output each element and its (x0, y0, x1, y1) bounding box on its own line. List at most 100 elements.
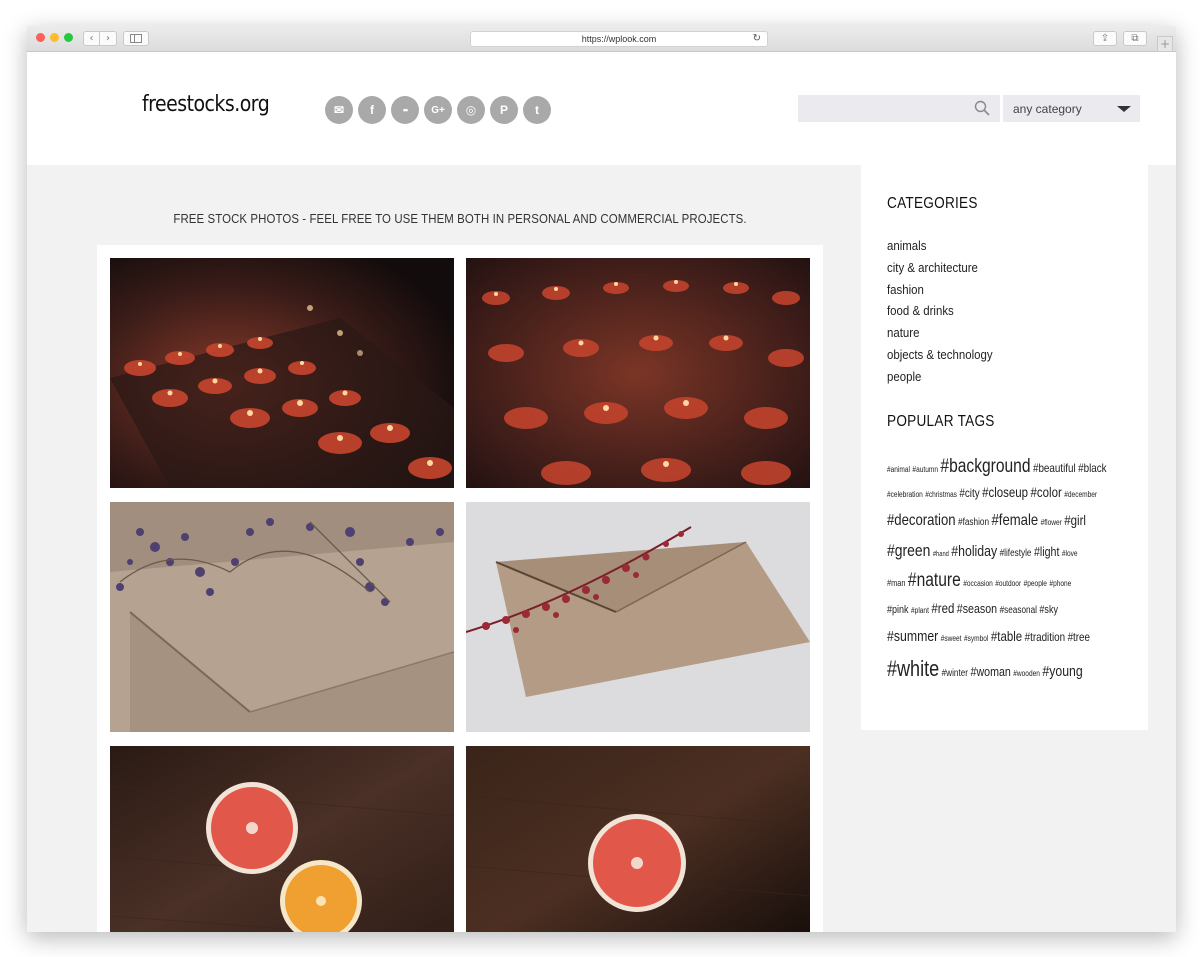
address-bar[interactable]: https://wplook.com ↻ (470, 31, 768, 47)
tag-link[interactable]: #color (1031, 480, 1062, 505)
category-link[interactable]: nature (887, 322, 993, 344)
tag-link[interactable]: #sweet (941, 624, 962, 654)
tag-link[interactable]: #autumn (912, 456, 938, 483)
candles-image (466, 258, 810, 488)
category-link[interactable]: fashion (887, 279, 993, 301)
tag-link[interactable]: #woman (971, 654, 1011, 690)
tag-link[interactable]: #phone (1049, 569, 1071, 599)
candles-image (110, 258, 454, 488)
tag-link[interactable]: #sky (1039, 598, 1058, 623)
tag-link[interactable]: #tree (1068, 622, 1090, 652)
browser-window: ‹ › https://wplook.com ↻ ⇪ ⧉ + freestock… (27, 26, 1176, 932)
category-select[interactable]: any category (1003, 95, 1140, 122)
tag-line: #celebration #christmas #city #closeup #colo… (887, 480, 1097, 507)
category-link[interactable]: food & drinks (887, 300, 993, 322)
tag-link[interactable]: #wooden (1013, 656, 1040, 692)
tag-link[interactable]: #green (887, 536, 930, 566)
tag-link[interactable]: #holiday (951, 537, 997, 567)
tag-link[interactable]: #symbol (964, 624, 988, 654)
tag-link[interactable]: #man (887, 568, 905, 598)
close-window-button[interactable] (36, 33, 45, 42)
caret-down-icon (1117, 106, 1131, 112)
lavender-envelope-image (110, 502, 454, 732)
photo-grapefruit[interactable] (466, 746, 810, 932)
tag-link[interactable]: #black (1078, 455, 1106, 482)
tag-link[interactable]: #girl (1064, 505, 1086, 536)
facebook-icon[interactable]: f (358, 96, 386, 124)
site-logo[interactable]: freestocks.org (142, 92, 270, 117)
minimize-window-button[interactable] (50, 33, 59, 42)
tabs-overview-button[interactable]: ⧉ (1123, 31, 1147, 46)
share-icon: ⇪ (1100, 32, 1110, 44)
tag-link[interactable]: #seasonal (1000, 598, 1037, 623)
photo-candles-2[interactable] (466, 258, 810, 488)
tag-link[interactable]: #nature (908, 566, 961, 596)
tag-link[interactable]: #love (1062, 539, 1078, 569)
search-input[interactable] (798, 95, 1000, 122)
citrus-image (110, 746, 454, 932)
reload-icon[interactable]: ↻ (753, 33, 761, 44)
photo-lavender-envelope[interactable] (110, 502, 454, 732)
tag-link[interactable]: #celebration (887, 482, 923, 507)
photo-grapefruit-orange[interactable] (110, 746, 454, 932)
tag-line: #green #hand #holiday #lifestyle #light #love (887, 536, 1089, 566)
tag-link[interactable]: #fashion (958, 507, 989, 538)
tag-link[interactable]: #people (1024, 569, 1047, 599)
tag-link[interactable]: #christmas (925, 482, 957, 507)
tag-link[interactable]: #red (931, 596, 954, 621)
page: freestocks.org ✉ f •• G+ ◎ P t any categ… (27, 52, 1176, 932)
tag-link[interactable]: #tradition (1025, 622, 1065, 652)
categories-heading: CATEGORIES (887, 195, 978, 212)
tag-line: #white #winter #woman #wooden #young (887, 651, 1089, 687)
mail-icon[interactable]: ✉ (325, 96, 353, 124)
pinterest-icon[interactable]: P (490, 96, 518, 124)
tag-cloud: #animal #autumn #background #beautiful #blac… (887, 453, 1133, 687)
forward-button[interactable]: › (100, 31, 117, 46)
tag-link[interactable]: #flower (1041, 507, 1062, 538)
tag-link[interactable]: #city (959, 481, 979, 506)
site-header: freestocks.org ✉ f •• G+ ◎ P t any categ… (27, 52, 1176, 165)
tag-line: #animal #autumn #background #beautiful #blac… (887, 453, 1107, 483)
tag-link[interactable]: #outdoor (995, 569, 1021, 599)
tag-link[interactable]: #animal (887, 456, 910, 483)
tag-link[interactable]: #december (1064, 482, 1097, 507)
category-link[interactable]: city & architecture (887, 257, 993, 279)
instagram-icon[interactable]: ◎ (457, 96, 485, 124)
category-select-value: any category (1013, 102, 1082, 116)
photo-envelope-plant[interactable] (466, 502, 810, 732)
tag-link[interactable]: #season (957, 596, 997, 621)
search-icon[interactable] (974, 100, 990, 116)
photo-candles-1[interactable] (110, 258, 454, 488)
categories-list: animals city & architecture fashion food… (887, 235, 1007, 388)
new-tab-button[interactable]: + (1157, 36, 1173, 52)
category-link[interactable]: people (887, 366, 993, 388)
tag-link[interactable]: #background (940, 453, 1030, 480)
tag-link[interactable]: #beautiful (1033, 455, 1076, 482)
tag-link[interactable]: #plant (911, 598, 929, 623)
sidebar-toggle-button[interactable] (123, 31, 149, 46)
tag-link[interactable]: #winter (942, 656, 968, 692)
category-link[interactable]: animals (887, 235, 993, 257)
tag-link[interactable]: #white (887, 651, 939, 687)
tag-link[interactable]: #occasion (963, 569, 993, 599)
tag-link[interactable]: #table (991, 621, 1022, 651)
tag-link[interactable]: #young (1042, 654, 1082, 690)
tag-link[interactable]: #closeup (982, 480, 1028, 505)
tag-link[interactable]: #female (991, 505, 1038, 536)
twitter-icon[interactable]: t (523, 96, 551, 124)
google-plus-icon[interactable]: G+ (424, 96, 452, 124)
social-links: ✉ f •• G+ ◎ P t (325, 96, 551, 124)
category-link[interactable]: objects & technology (887, 344, 993, 366)
grapefruit-image (466, 746, 810, 932)
back-button[interactable]: ‹ (83, 31, 100, 46)
tag-link[interactable]: #lifestyle (1000, 539, 1032, 569)
zoom-window-button[interactable] (64, 33, 73, 42)
tag-link[interactable]: #decoration (887, 505, 956, 536)
site-tagline: FREE STOCK PHOTOS - FEEL FREE TO USE THE… (173, 211, 747, 226)
tag-link[interactable]: #pink (887, 598, 909, 623)
flickr-icon[interactable]: •• (391, 96, 419, 124)
browser-toolbar: ‹ › https://wplook.com ↻ ⇪ ⧉ + (27, 26, 1176, 52)
tag-link[interactable]: #light (1034, 537, 1059, 567)
tag-link[interactable]: #summer (887, 622, 938, 652)
share-button[interactable]: ⇪ (1093, 31, 1117, 46)
